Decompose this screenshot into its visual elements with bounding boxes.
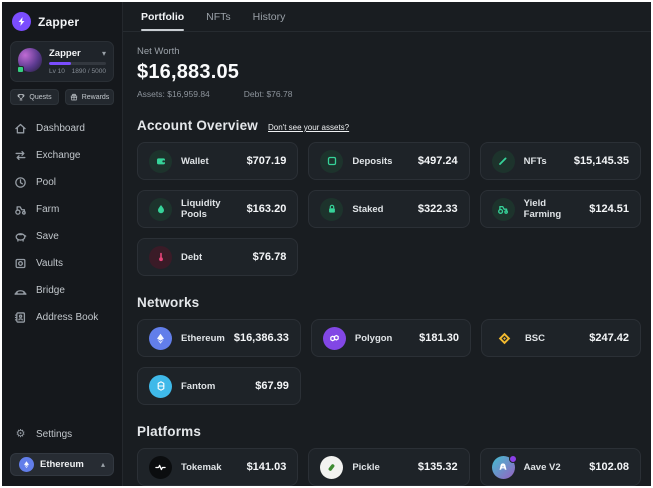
profile-card[interactable]: Zapper ▾ Lv 10 1890 / 5000 [10,41,114,82]
tokemak-icon [149,455,172,479]
card-polygon[interactable]: Polygon $181.30 [310,319,471,357]
wallet-icon [149,149,172,173]
tab-nfts[interactable]: NFTs [206,2,231,31]
polygon-network-icon [322,326,346,350]
bsc-network-icon [493,327,516,350]
card-pickle[interactable]: Pickle $135.32 [308,448,470,486]
gift-icon [70,93,77,101]
gear-icon: ⚙ [15,428,26,440]
account-overview-grid: Wallet $707.19 Deposits $497.24 NFTs $15… [137,142,641,276]
debt-icon [149,245,172,269]
xp-progress-bar [49,62,106,65]
quests-label: Quests [29,93,52,101]
platforms-grid: Tokemak $141.03 Pickle $135.32 Aave V2 $… [137,448,641,486]
networks-grid: Ethereum $16,386.33 Polygon $181.30 BSC … [137,319,641,405]
chevron-up-icon: ▴ [100,459,105,469]
main-panel: Portfolio NFTs History Net Worth $16,883… [123,2,651,486]
sidebar-item-vaults[interactable]: Vaults [10,252,114,275]
logo[interactable]: Zapper [10,10,114,41]
profile-xp: 1890 / 5000 [71,68,106,75]
home-icon [15,123,26,134]
quests-button[interactable]: Quests [10,89,59,105]
card-tokemak[interactable]: Tokemak $141.03 [137,448,299,486]
sidebar-item-bridge[interactable]: Bridge [10,279,114,302]
fantom-network-icon [149,374,172,398]
sidebar: Zapper Zapper ▾ Lv 10 1890 / 5000 Quests… [2,2,123,486]
card-nfts[interactable]: NFTs $15,145.35 [479,142,641,180]
ethereum-network-icon [149,326,172,350]
piggy-bank-icon [15,233,27,242]
trophy-icon [18,93,25,101]
profile-level: Lv 10 [49,68,65,75]
card-liquidity-pools[interactable]: Liquidity Pools $163.20 [137,190,299,228]
sidebar-item-pool[interactable]: Pool [10,171,114,194]
screenshot-frame: Zapper Zapper ▾ Lv 10 1890 / 5000 Quests… [0,0,653,488]
card-aave-v2[interactable]: Aave V2 $102.08 [479,448,641,486]
section-title-networks: Networks [137,295,200,310]
zapper-app: Zapper Zapper ▾ Lv 10 1890 / 5000 Quests… [2,2,651,486]
card-debt[interactable]: Debt $76.78 [137,238,299,276]
tractor-green-icon [491,197,515,221]
bridge-icon [14,290,27,295]
card-wallet[interactable]: Wallet $707.19 [137,142,299,180]
tab-portfolio[interactable]: Portfolio [141,2,185,31]
droplet-icon [149,197,172,221]
assets-total: Assets: $16,959.84 [137,89,210,99]
address-book-icon [14,312,26,323]
card-staked[interactable]: Staked $322.33 [308,190,470,228]
sidebar-item-farm[interactable]: Farm [10,198,114,221]
sidebar-item-save[interactable]: Save [10,225,114,248]
tab-bar: Portfolio NFTs History [123,2,651,32]
avatar [17,48,42,73]
net-worth-value: $16,883.05 [137,61,240,83]
pickle-icon [320,455,344,479]
dont-see-assets-link[interactable]: Don't see your assets? [268,123,349,132]
portfolio-content: Net Worth $16,883.05 Assets: $16,959.84 … [123,32,651,486]
zapper-logo-icon [12,12,31,31]
card-deposits[interactable]: Deposits $497.24 [308,142,470,180]
sidebar-item-exchange[interactable]: Exchange [10,144,114,167]
deposits-icon [320,149,344,173]
swap-arrows-icon [15,150,26,161]
sidebar-nav: Dashboard Exchange Pool Farm Save Vaults [10,117,114,329]
logo-label: Zapper [38,14,80,29]
settings-button[interactable]: ⚙ Settings [10,424,114,445]
chevron-down-icon[interactable]: ▾ [102,49,106,58]
xp-progress-fill [49,62,71,65]
sidebar-item-address-book[interactable]: Address Book [10,306,114,329]
network-selector[interactable]: Ethereum ▴ [10,453,114,476]
section-title-account-overview: Account Overview [137,118,258,133]
aave-version-badge [508,454,517,463]
tractor-icon [15,206,26,215]
card-yield-farming[interactable]: Yield Farming $124.51 [479,190,641,228]
card-fantom[interactable]: Fantom $67.99 [137,367,301,405]
online-status-dot [17,66,24,73]
vault-icon [15,258,26,269]
pool-icon [15,177,26,188]
card-bsc[interactable]: BSC $247.42 [480,319,641,357]
section-title-platforms: Platforms [137,424,202,439]
tab-history[interactable]: History [253,2,286,31]
rewards-button[interactable]: Rewards [65,89,114,105]
nfts-icon [491,149,515,173]
aave-icon [491,454,517,479]
profile-name: Zapper [49,48,81,59]
card-ethereum[interactable]: Ethereum $16,386.33 [137,319,301,357]
sidebar-item-dashboard[interactable]: Dashboard [10,117,114,140]
net-worth-label: Net Worth [137,46,180,57]
rewards-label: Rewards [81,93,110,101]
ethereum-icon [19,457,34,472]
debt-total: Debt: $76.78 [243,89,293,99]
lock-icon [320,197,344,221]
